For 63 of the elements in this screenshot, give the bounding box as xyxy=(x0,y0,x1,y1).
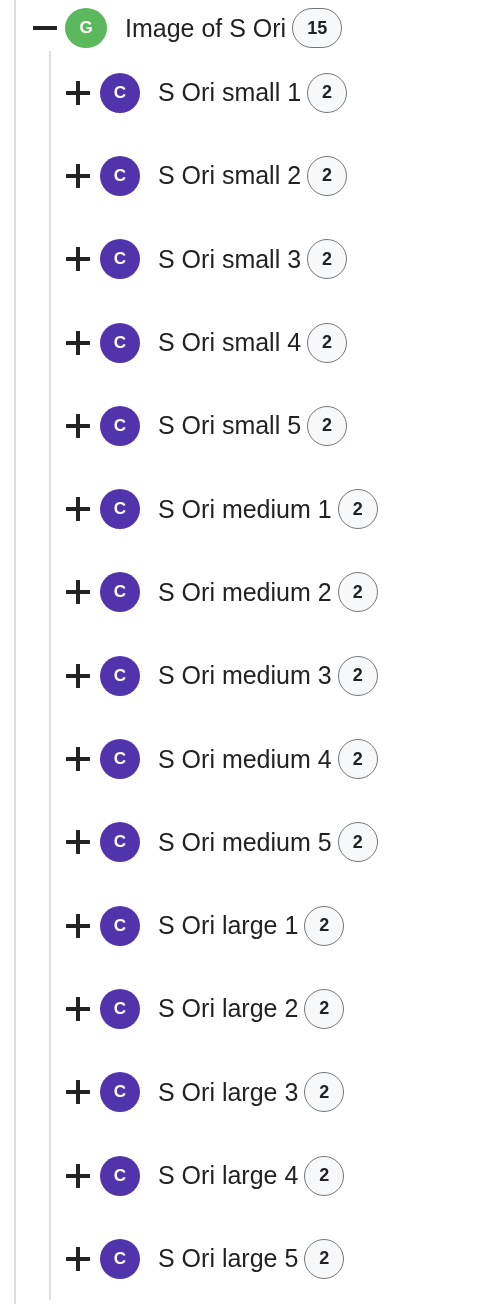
tree-item-label[interactable]: S Ori large 2 xyxy=(158,994,299,1024)
tree-item-label[interactable]: S Ori large 4 xyxy=(158,1161,299,1190)
type-badge: C xyxy=(100,905,140,946)
plus-icon[interactable] xyxy=(66,1080,90,1105)
tree-item-label[interactable]: S Ori medium 5 xyxy=(158,827,332,857)
count-badge: 2 xyxy=(337,572,378,613)
plus-icon[interactable] xyxy=(66,663,90,688)
plus-icon[interactable] xyxy=(66,830,90,855)
tree-item-label[interactable]: S Ori small 5 xyxy=(158,411,302,441)
plus-icon[interactable] xyxy=(66,996,90,1021)
type-badge: C xyxy=(100,739,140,779)
type-badge: C xyxy=(100,655,140,696)
count-badge: 2 xyxy=(337,739,378,779)
tree-item-label[interactable]: S Ori medium 2 xyxy=(158,577,332,607)
type-badge: C xyxy=(100,322,140,363)
count-badge: 2 xyxy=(304,1072,345,1113)
tree-item-label[interactable]: S Ori small 2 xyxy=(158,161,302,191)
count-badge: 2 xyxy=(307,322,348,363)
tree-item-label[interactable]: S Ori small 4 xyxy=(158,328,302,358)
tree-item-label[interactable]: S Ori medium 4 xyxy=(158,744,332,774)
type-badge: C xyxy=(100,239,140,280)
count-badge: 2 xyxy=(307,155,348,196)
tree-item-label[interactable]: S Ori small 1 xyxy=(158,78,302,108)
plus-icon[interactable] xyxy=(66,580,90,605)
type-badge: C xyxy=(100,405,140,446)
type-badge: C xyxy=(100,1238,140,1279)
plus-icon[interactable] xyxy=(66,80,90,105)
plus-icon[interactable] xyxy=(66,247,90,272)
tree-item-label[interactable]: Image of S Ori xyxy=(125,13,287,43)
tree-item-label[interactable]: S Ori medium 1 xyxy=(158,494,332,524)
plus-icon[interactable] xyxy=(66,747,90,771)
plus-icon[interactable] xyxy=(66,163,90,188)
count-badge: 2 xyxy=(304,905,345,946)
type-badge: C xyxy=(100,1155,140,1196)
count-badge: 2 xyxy=(307,405,348,446)
count-badge: 2 xyxy=(307,72,348,113)
type-badge: C xyxy=(100,72,140,113)
count-badge: 2 xyxy=(304,1238,345,1279)
type-badge: C xyxy=(100,572,140,613)
count-badge: 2 xyxy=(304,1155,345,1196)
plus-icon[interactable] xyxy=(66,913,90,938)
tree-item-label[interactable]: S Ori medium 3 xyxy=(158,661,332,691)
type-badge: C xyxy=(100,988,140,1029)
type-badge: C xyxy=(100,489,140,530)
count-badge: 2 xyxy=(337,489,378,530)
count-badge: 2 xyxy=(337,822,378,863)
type-badge: C xyxy=(100,155,140,196)
tree-item-label[interactable]: S Ori large 5 xyxy=(158,1244,299,1274)
count-badge: 2 xyxy=(304,988,345,1029)
tree-item-label[interactable]: S Ori large 3 xyxy=(158,1077,299,1107)
plus-icon[interactable] xyxy=(66,1246,90,1271)
type-badge: C xyxy=(100,1072,140,1113)
count-badge: 2 xyxy=(337,655,378,696)
tree-item-label[interactable]: S Ori small 3 xyxy=(158,244,302,274)
type-badge: C xyxy=(100,822,140,863)
plus-icon[interactable] xyxy=(66,1163,90,1188)
count-badge: 15 xyxy=(292,8,343,48)
plus-icon[interactable] xyxy=(66,413,90,438)
type-badge: G xyxy=(65,8,107,48)
count-badge: 2 xyxy=(307,239,348,280)
plus-icon[interactable] xyxy=(66,330,90,355)
tree-item-label[interactable]: S Ori large 1 xyxy=(158,911,299,941)
plus-icon[interactable] xyxy=(66,497,90,522)
